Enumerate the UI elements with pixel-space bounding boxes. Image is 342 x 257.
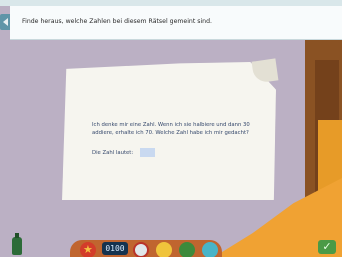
star-button[interactable] (80, 242, 96, 257)
instruction-bar: Finde heraus, welche Zahlen bei diesem R… (10, 6, 342, 40)
instruction-text: Finde heraus, welche Zahlen bei diesem R… (22, 18, 212, 25)
answer-input[interactable] (140, 148, 155, 157)
checkmark-button[interactable]: ✓ (318, 240, 336, 254)
speaker-icon (3, 18, 8, 26)
note-button[interactable] (179, 242, 195, 257)
answer-label: Die Zahl lautet: (92, 150, 134, 156)
gauge-button[interactable] (133, 242, 149, 257)
riddle-text: Ich denke mir eine Zahl. Wenn ich sie ha… (92, 122, 250, 136)
bottle-icon[interactable] (12, 233, 22, 255)
scene: Finde heraus, welche Zahlen bei diesem R… (0, 0, 342, 257)
clock-display: 0100 (102, 242, 128, 255)
dice-button[interactable] (202, 242, 218, 257)
chat-button[interactable] (156, 242, 172, 257)
